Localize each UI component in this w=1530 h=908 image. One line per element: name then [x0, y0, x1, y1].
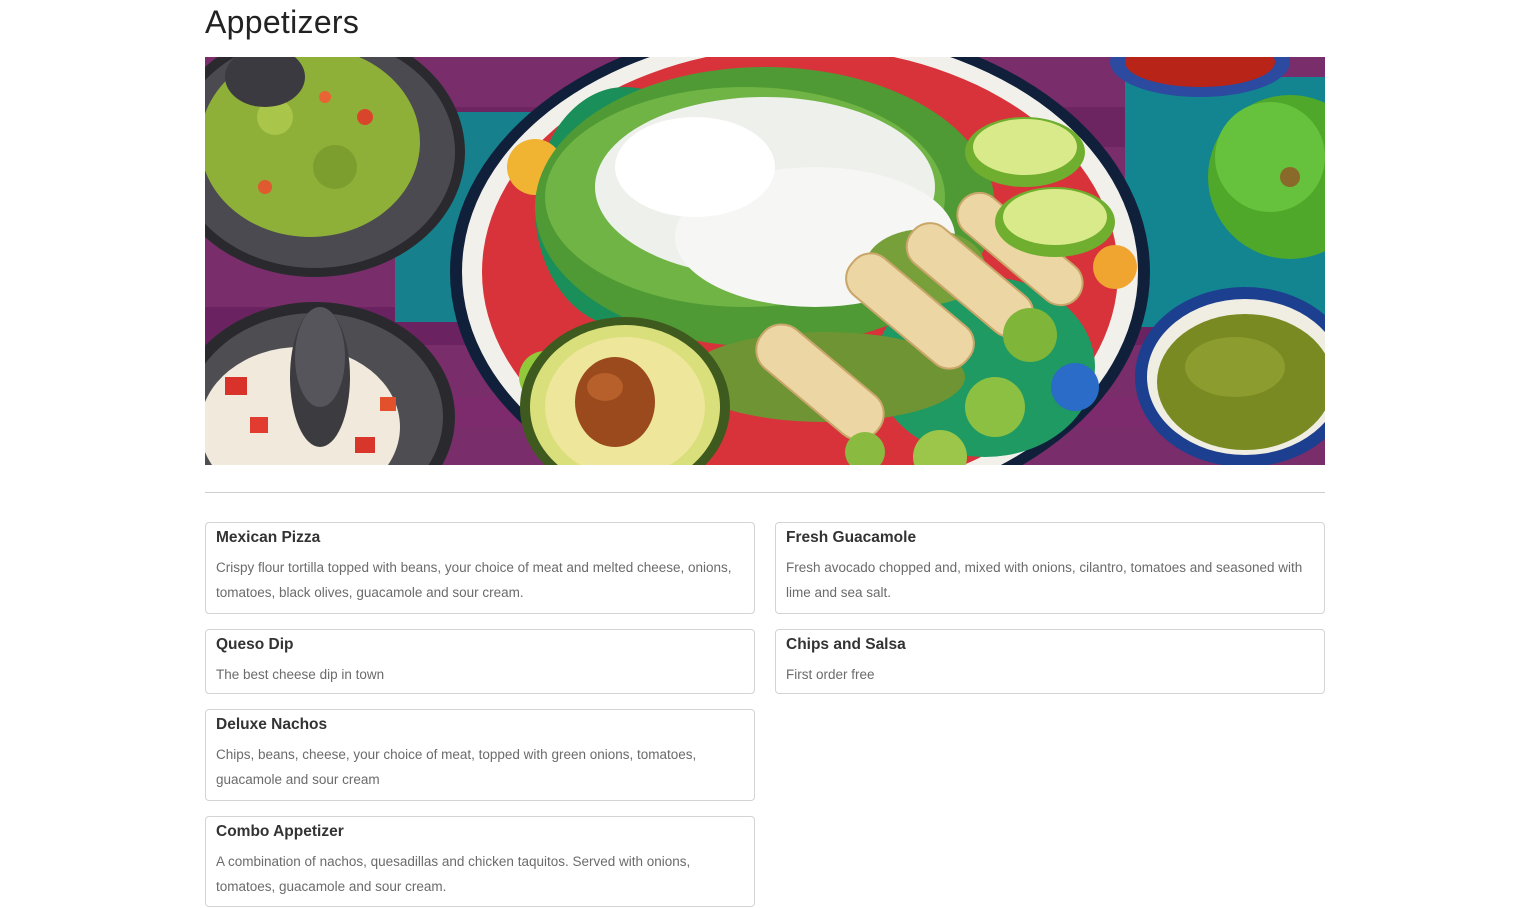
page-title: Appetizers	[205, 4, 360, 40]
hero-image	[205, 57, 1325, 465]
menu-item-card[interactable]: Deluxe Nachos Chips, beans, cheese, your…	[205, 709, 755, 801]
menu-item-description: Fresh avocado chopped and, mixed with on…	[786, 560, 1303, 600]
menu-item-name: Combo Appetizer	[216, 823, 344, 840]
menu-item-card[interactable]: Chips and Salsa First order free	[775, 629, 1325, 694]
menu-item-name: Fresh Guacamole	[786, 529, 917, 546]
menu-item-name: Mexican Pizza	[216, 529, 321, 546]
menu-item-description: First order free	[786, 667, 875, 682]
menu-item-name: Chips and Salsa	[786, 636, 906, 653]
menu-item-name: Queso Dip	[216, 636, 294, 653]
menu-item-card[interactable]: Queso Dip The best cheese dip in town	[205, 629, 755, 694]
menu-item-card[interactable]: Mexican Pizza Crispy flour tortilla topp…	[205, 522, 755, 614]
menu-item-card[interactable]: Combo Appetizer A combination of nachos,…	[205, 816, 755, 907]
menu-item-name: Deluxe Nachos	[216, 716, 328, 733]
menu-item-card[interactable]: Fresh Guacamole Fresh avocado chopped an…	[775, 522, 1325, 614]
menu-item-description: A combination of nachos, quesadillas and…	[216, 854, 691, 894]
menu-item-description: The best cheese dip in town	[216, 667, 385, 682]
menu-item-description: Crispy flour tortilla topped with beans,…	[216, 560, 732, 600]
menu-item-description: Chips, beans, cheese, your choice of mea…	[216, 747, 697, 787]
section-divider	[205, 492, 1325, 493]
